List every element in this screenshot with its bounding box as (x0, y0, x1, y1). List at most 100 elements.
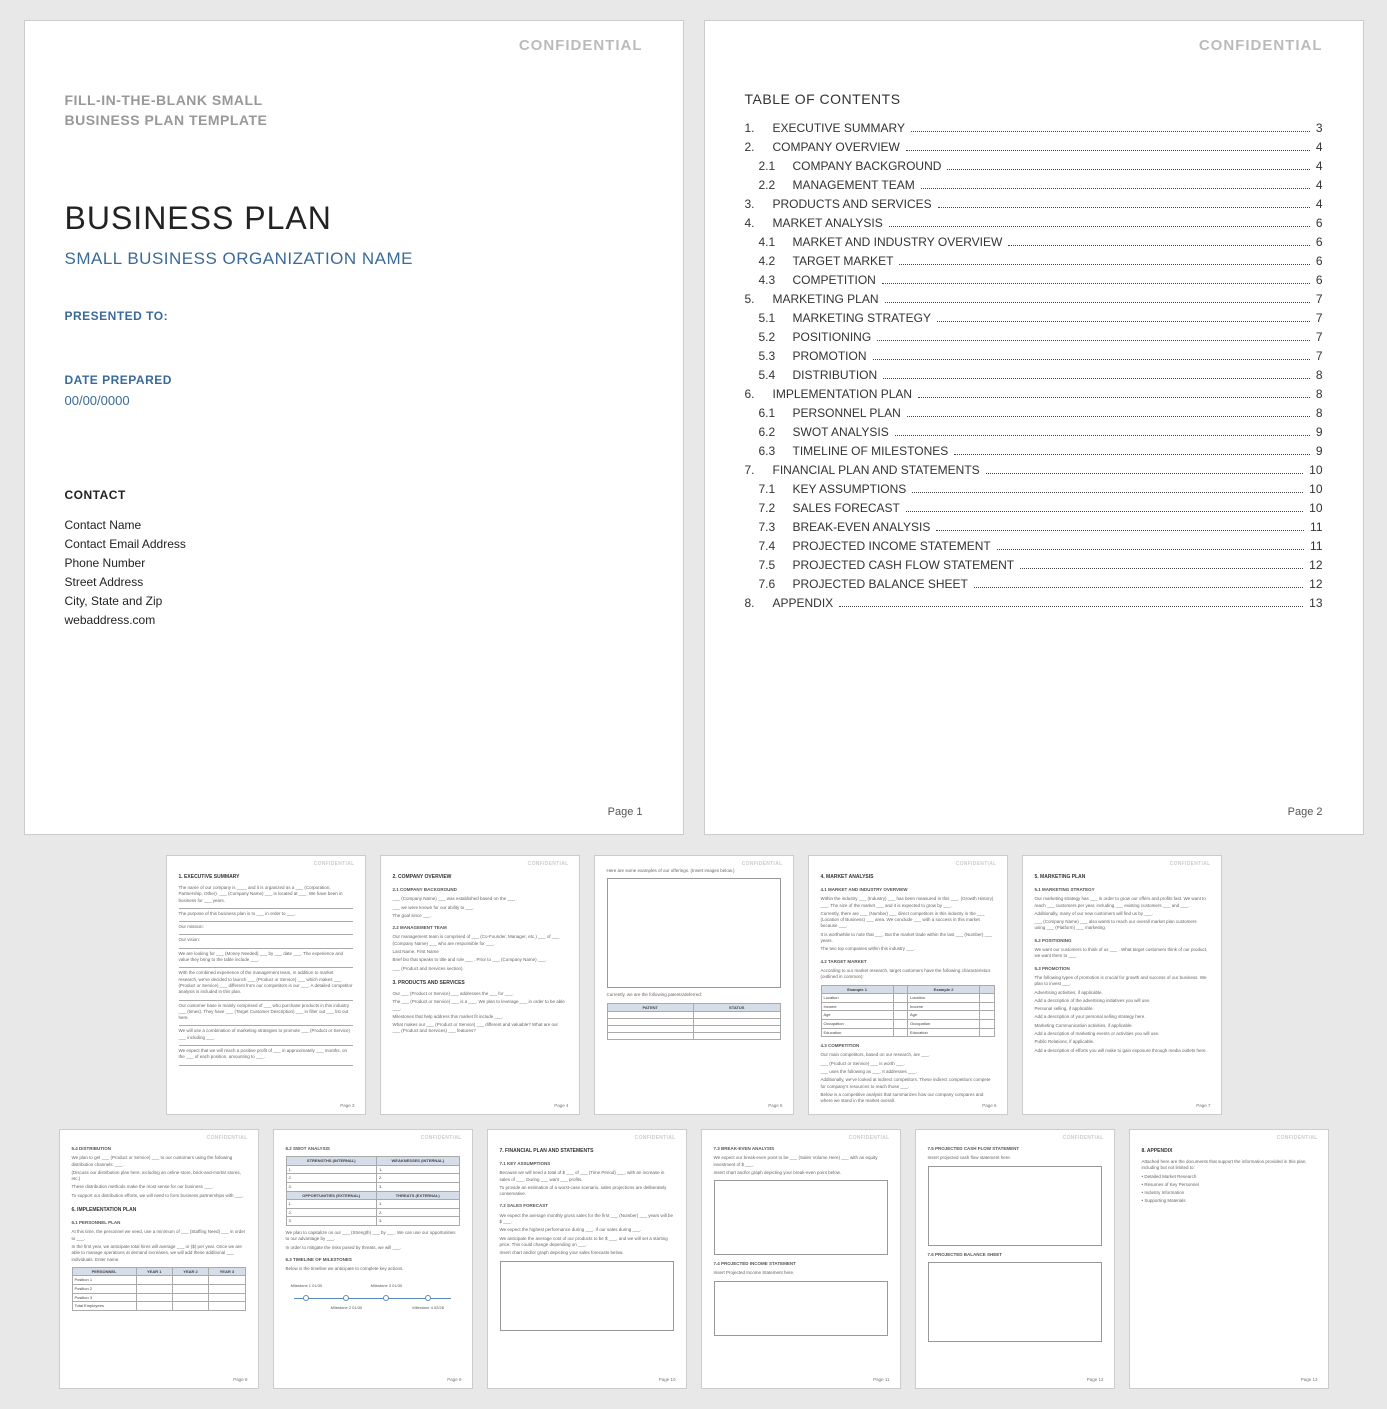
toc-dots (906, 150, 1310, 151)
body-text: • Resumes of Key Personnel (1142, 1182, 1316, 1188)
body-text: Our mission: (179, 924, 353, 930)
subsection-heading: 7.2 SALES FORECAST (500, 1203, 674, 1209)
thumb-page-4: CONFIDENTIALPage 42. COMPANY OVERVIEW2.1… (380, 855, 580, 1115)
toc-num: 7.6 (745, 577, 793, 591)
section-heading: 8. APPENDIX (1142, 1148, 1316, 1155)
body-text: Within the industry ___ (Industry) ___ h… (821, 896, 995, 909)
fill-line (179, 906, 353, 909)
toc-label: SALES FORECAST (793, 501, 904, 515)
body-text: ___ (Company Name) ___ also wants to rea… (1035, 919, 1209, 932)
toc-label: PRODUCTS AND SERVICES (773, 197, 936, 211)
toc-row: 2.COMPANY OVERVIEW 4 (745, 140, 1323, 154)
body-text: • Detailed Market Research (1142, 1174, 1316, 1180)
toc-dots (906, 511, 1303, 512)
toc-page: 6 (1312, 216, 1323, 230)
page-number: Page 1 (608, 806, 643, 818)
contact-web: webaddress.com (65, 611, 643, 629)
toc-num: 4.3 (745, 273, 793, 287)
toc-row: 7.4PROJECTED INCOME STATEMENT 11 (745, 539, 1323, 553)
toc-row: 7.1KEY ASSUMPTIONS 10 (745, 482, 1323, 496)
statement-placeholder (714, 1281, 888, 1336)
subsection-heading: 2.2 MANAGEMENT TEAM (393, 925, 567, 931)
body-text: Our vision: (179, 937, 353, 943)
toc-page: 12 (1305, 558, 1322, 572)
document-title: BUSINESS PLAN (65, 200, 643, 237)
toc-row: 7.6PROJECTED BALANCE SHEET 12 (745, 577, 1323, 591)
body-text: Attached here are the documents that sup… (1142, 1159, 1316, 1172)
image-placeholder (607, 878, 781, 988)
toc-num: 1. (745, 121, 773, 135)
toc-num: 5.4 (745, 368, 793, 382)
toc-num: 5.1 (745, 311, 793, 325)
toc-dots (997, 549, 1304, 550)
toc-label: PERSONNEL PLAN (793, 406, 905, 420)
section-heading: 5. MARKETING PLAN (1035, 874, 1209, 881)
body-text: Personal selling, if applicable. (1035, 1006, 1209, 1012)
body-text: Public Relations, if applicable. (1035, 1039, 1209, 1045)
toc-page: 9 (1312, 425, 1323, 439)
body-text: The ___ (Product or Service) ___ is a __… (393, 999, 567, 1012)
toc-page: 12 (1305, 577, 1322, 591)
toc-page: 4 (1312, 178, 1323, 192)
toc-page: 7 (1312, 292, 1323, 306)
target-market-table: Example 1Example 2LocationLocationIncome… (821, 985, 995, 1038)
toc-label: MARKET ANALYSIS (773, 216, 887, 230)
section-heading: 1. EXECUTIVE SUMMARY (179, 874, 353, 881)
toc-label: MARKET AND INDUSTRY OVERVIEW (793, 235, 1007, 249)
toc-num: 7.5 (745, 558, 793, 572)
contact-phone: Phone Number (65, 554, 643, 572)
fill-line (179, 932, 353, 935)
toc-row: 7.5PROJECTED CASH FLOW STATEMENT 12 (745, 558, 1323, 572)
toc-page: 6 (1312, 254, 1323, 268)
subsection-heading: 2.1 COMPANY BACKGROUND (393, 887, 567, 893)
toc-dots (882, 283, 1310, 284)
statement-placeholder (928, 1166, 1102, 1246)
subsection-heading: 4.3 COMPETITION (821, 1043, 995, 1049)
toc-page: 9 (1312, 444, 1323, 458)
toc-label: APPENDIX (773, 596, 838, 610)
toc-label: TIMELINE OF MILESTONES (793, 444, 953, 458)
patents-table: PATENTSTATUS (607, 1003, 781, 1041)
thumb-page-13: CONFIDENTIALPage 138. APPENDIXAttached h… (1129, 1129, 1329, 1389)
body-text: To support our distribution efforts, we … (72, 1193, 246, 1199)
toc-label: COMPANY BACKGROUND (793, 159, 946, 173)
toc-dots (918, 397, 1310, 398)
body-text: Below is a competitive analysis that sum… (821, 1092, 995, 1105)
body-text: Brief bio that speaks to title and role … (393, 957, 567, 963)
thumb-page-8: CONFIDENTIALPage 85.4 DISTRIBUTIONWe pla… (59, 1129, 259, 1389)
toc-dots (938, 207, 1310, 208)
toc-title: TABLE OF CONTENTS (745, 91, 1323, 107)
body-text: We plan to capitalize on our ___ (Streng… (286, 1230, 460, 1243)
toc-row: 4.3COMPETITION 6 (745, 273, 1323, 287)
body-text: Marketing Communication activities, if a… (1035, 1023, 1209, 1029)
section-heading: 7. FINANCIAL PLAN AND STATEMENTS (500, 1148, 674, 1155)
body-text: We expect the average monthly gross sale… (500, 1213, 674, 1226)
body-text: The goal since ___. (393, 913, 567, 919)
body-text: We anticipate the average cost of our pr… (500, 1236, 674, 1249)
toc-num: 7.4 (745, 539, 793, 553)
toc-label: COMPETITION (793, 273, 880, 287)
body-text: (Discuss our distribution plan here, inc… (72, 1170, 246, 1183)
body-text: Our ___ (Product or Service) ___ address… (393, 991, 567, 997)
body-text: It is worthwhile to note that ___. But t… (821, 932, 995, 945)
toc-label: BREAK-EVEN ANALYSIS (793, 520, 935, 534)
toc-row: 5.2POSITIONING 7 (745, 330, 1323, 344)
thumb-page-3: CONFIDENTIALPage 31. EXECUTIVE SUMMARYTh… (166, 855, 366, 1115)
toc-row: 4.2TARGET MARKET 6 (745, 254, 1323, 268)
body-text: We expect our break-even point to be ___… (714, 1155, 888, 1168)
subsection-heading: 7.5 PROJECTED CASH FLOW STATEMENT (928, 1146, 1102, 1152)
subsection-heading: 6.1 PERSONNEL PLAN (72, 1220, 246, 1226)
toc-num: 6.2 (745, 425, 793, 439)
body-text: ___ (Product or Service) ___ is worth __… (821, 1061, 995, 1067)
body-text: We expect the highest performance during… (500, 1227, 674, 1233)
toc-row: 5.3PROMOTION 7 (745, 349, 1323, 363)
body-text: The name of our company is ____ and it i… (179, 885, 353, 904)
subsection-heading: 7.3 BREAK-EVEN ANALYSIS (714, 1146, 888, 1152)
body-text: ___ uses the following as ___. It addres… (821, 1069, 995, 1075)
toc-label: PROJECTED CASH FLOW STATEMENT (793, 558, 1019, 572)
body-text: Insert chart and/or graph depicting your… (714, 1170, 888, 1176)
body-text: We want our customers to think of us ___… (1035, 947, 1209, 960)
thumb-page-12: CONFIDENTIALPage 127.5 PROJECTED CASH FL… (915, 1129, 1115, 1389)
toc-page: 13 (1305, 596, 1322, 610)
toc-label: MARKETING PLAN (773, 292, 883, 306)
